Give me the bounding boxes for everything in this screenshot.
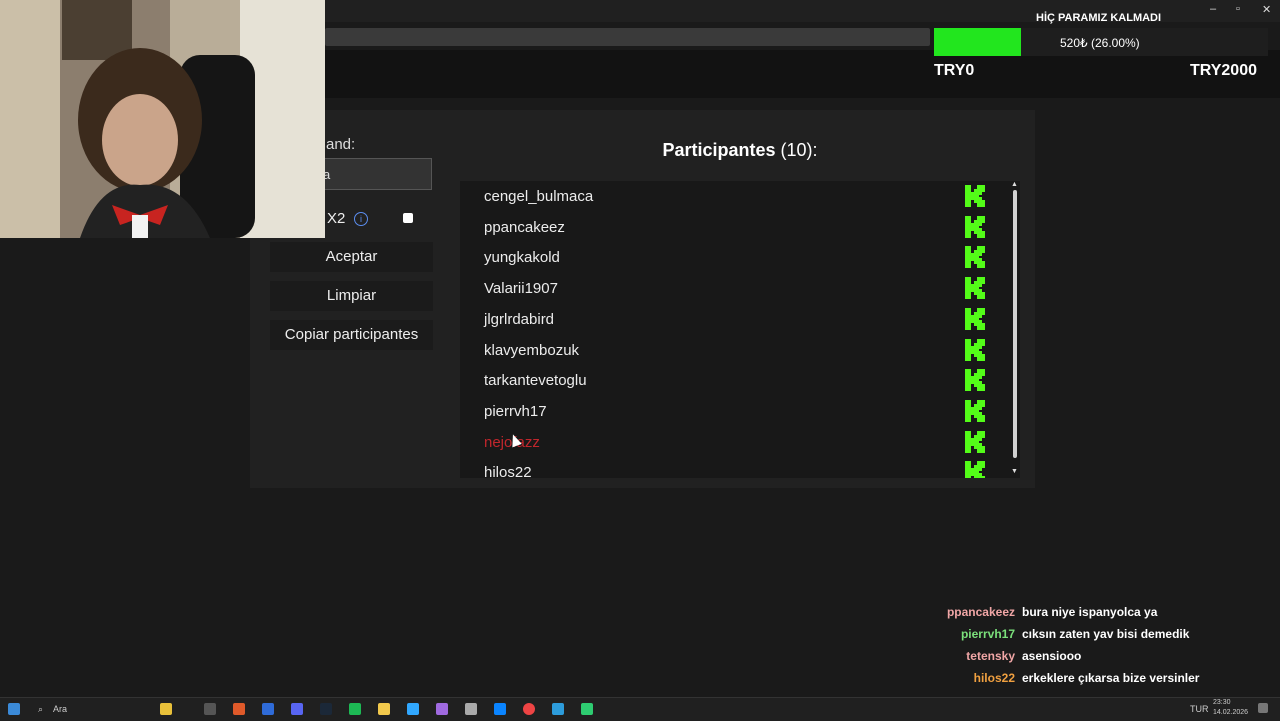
chat-text: erkeklere çıkarsa bize versinler [1022, 671, 1200, 685]
kick-logo-icon [965, 215, 985, 238]
kick-logo-icon [965, 461, 985, 478]
participant-name[interactable]: yungkakold [484, 249, 560, 266]
participant-name[interactable]: pierrvh17 [484, 403, 547, 420]
chrome-icon[interactable] [523, 703, 535, 715]
scroll-down-icon[interactable]: ▼ [1011, 468, 1018, 475]
copy-participants-button[interactable]: Copiar participantes [270, 320, 433, 350]
goal-title: HİÇ PARAMIZ KALMADI [1036, 12, 1162, 24]
kick-app-icon[interactable] [581, 703, 593, 715]
participant-name[interactable]: hilos22 [484, 464, 532, 478]
app-icon[interactable] [465, 703, 477, 715]
language-indicator[interactable]: TUR [1190, 704, 1209, 714]
webcam-overlay [0, 0, 325, 238]
goal-max-label: TRY2000 [1190, 62, 1257, 79]
participant-name[interactable]: jlgrlrdabird [484, 311, 554, 328]
participants-title-text: Participantes [662, 140, 776, 160]
folder-icon[interactable] [378, 703, 390, 715]
participant-name[interactable]: tarkantevetoglu [484, 372, 587, 389]
taskbar: ⌕ Ara TUR 23:30 14.02.2026 [0, 697, 1280, 721]
info-icon[interactable]: i [354, 212, 368, 226]
kick-logo-icon [965, 246, 985, 269]
chat-text: bura niye ispanyolca ya [1022, 605, 1158, 619]
notification-icon[interactable] [1258, 703, 1268, 713]
store-icon[interactable] [262, 703, 274, 715]
photoshop-icon[interactable] [407, 703, 419, 715]
kick-logo-icon [965, 338, 985, 361]
clock-date[interactable]: 14.02.2026 [1213, 709, 1248, 716]
start-icon[interactable] [8, 703, 20, 715]
kick-logo-icon [965, 307, 985, 330]
maximize-icon[interactable]: ▫ [1236, 3, 1240, 15]
participants-list[interactable]: cengel_bulmaca ppancakeez yungkakold Valari… [460, 181, 1020, 478]
address-strip[interactable] [325, 28, 930, 46]
minimize-icon[interactable]: – [1210, 3, 1216, 15]
close-icon[interactable]: ✕ [1262, 3, 1271, 16]
scroll-up-icon[interactable]: ▲ [1011, 181, 1018, 188]
page-header [325, 50, 1280, 98]
participant-name[interactable]: Valarii1907 [484, 280, 558, 297]
command-input[interactable] [310, 158, 432, 190]
kick-logo-icon [965, 185, 985, 207]
kick-logo-icon [965, 430, 985, 453]
kick-logo-icon [965, 369, 985, 392]
chat-username: hilos22 [973, 671, 1015, 685]
copilot-icon[interactable] [160, 703, 172, 715]
participants-count: (10): [780, 140, 818, 160]
taskbar-search-label[interactable]: Ara [53, 704, 67, 714]
chat-text: asensiooo [1022, 649, 1082, 663]
editor-icon[interactable] [494, 703, 506, 715]
steam-icon[interactable] [320, 703, 332, 715]
participant-name[interactable]: klavyembozuk [484, 342, 579, 359]
game-icon[interactable] [436, 703, 448, 715]
spotify-icon[interactable] [349, 703, 361, 715]
goal-progress-text: 520₺ (26.00%) [1060, 36, 1140, 50]
firefox-icon[interactable] [233, 703, 245, 715]
participants-title: Participantes (10): [580, 140, 900, 161]
kick-logo-icon [965, 277, 985, 300]
participant-name[interactable]: ppancakeez [484, 219, 565, 236]
goal-progress-fill [934, 28, 1021, 56]
x2-label: X2 [327, 210, 346, 227]
search-icon[interactable]: ⌕ [38, 704, 43, 715]
x2-checkbox[interactable] [403, 213, 413, 223]
chat-username: tetensky [966, 649, 1015, 663]
list-scrollbar[interactable] [1013, 190, 1017, 458]
task-view-icon[interactable] [204, 703, 216, 715]
clear-button[interactable]: Limpiar [270, 281, 433, 311]
command-label: and: [326, 136, 356, 153]
chat-text: cıksın zaten yav bisi demedik [1022, 627, 1190, 641]
chat-username: ppancakeez [946, 605, 1015, 619]
accept-button[interactable]: Aceptar [270, 242, 433, 272]
discord-icon[interactable] [291, 703, 303, 715]
chat-username: pierrvh17 [960, 627, 1015, 641]
goal-min-label: TRY0 [934, 62, 975, 79]
participant-name[interactable]: cengel_bulmaca [484, 188, 593, 205]
kick-logo-icon [965, 399, 985, 422]
clock-time[interactable]: 23:30 [1213, 699, 1231, 706]
notepad-icon[interactable] [552, 703, 564, 715]
